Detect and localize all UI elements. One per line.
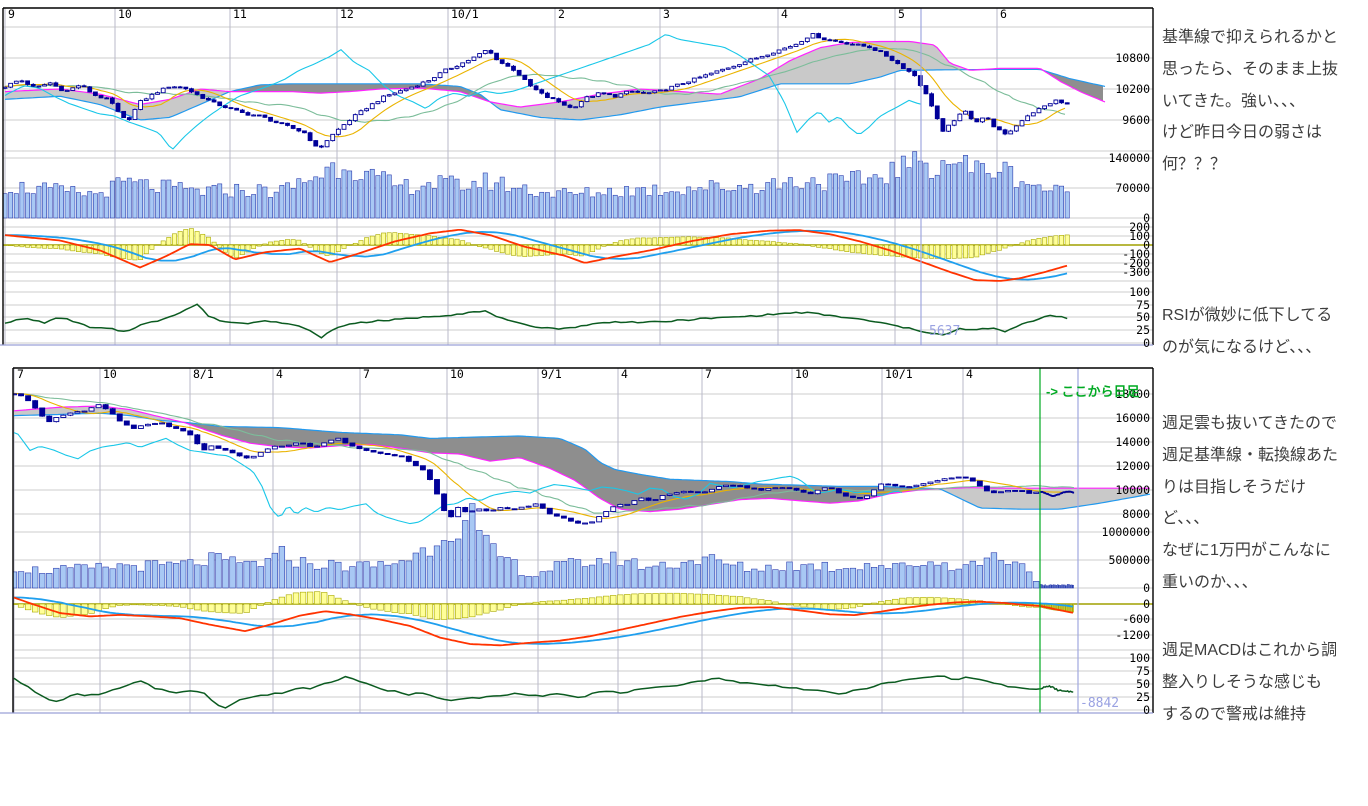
svg-text:10000: 10000 xyxy=(1115,483,1150,497)
svg-text:6: 6 xyxy=(1000,7,1007,21)
svg-text:5: 5 xyxy=(898,7,905,21)
svg-text:0: 0 xyxy=(1143,581,1150,595)
daily-from-here-label: -> ここから日足 xyxy=(1046,381,1140,400)
rsi-line-layer xyxy=(5,304,1067,338)
svg-text:9600: 9600 xyxy=(1122,113,1150,127)
comment-top-rsi: RSIが微妙に低下してる のが気になるけど、、、 xyxy=(1162,300,1364,364)
svg-text:25: 25 xyxy=(1136,690,1150,704)
svg-text:10800: 10800 xyxy=(1115,51,1150,65)
grid-layer xyxy=(13,368,1153,713)
svg-text:8/1: 8/1 xyxy=(193,367,214,381)
svg-text:10200: 10200 xyxy=(1115,82,1150,96)
svg-text:7: 7 xyxy=(705,367,712,381)
svg-text:2: 2 xyxy=(558,7,565,21)
svg-text:8000: 8000 xyxy=(1122,507,1150,521)
svg-text:1000000: 1000000 xyxy=(1102,525,1151,539)
cursor-value-bottom: -8842 xyxy=(1080,696,1119,711)
ichimoku-cloud-layer xyxy=(14,406,1150,512)
svg-text:-600: -600 xyxy=(1122,612,1150,626)
svg-text:10: 10 xyxy=(103,367,117,381)
cursor-value-top: 5637 xyxy=(929,324,960,339)
svg-text:500000: 500000 xyxy=(1108,553,1150,567)
svg-text:16000: 16000 xyxy=(1115,411,1150,425)
svg-text:100: 100 xyxy=(1129,651,1150,665)
svg-text:0: 0 xyxy=(1143,597,1150,611)
svg-text:10/1: 10/1 xyxy=(885,367,913,381)
svg-text:7: 7 xyxy=(17,367,24,381)
svg-text:3: 3 xyxy=(663,7,670,21)
comment-weekly-macd: 週足MACDはこれから調 整入りしそうな感じも するので警戒は維持 xyxy=(1162,635,1364,730)
svg-text:10: 10 xyxy=(450,367,464,381)
rsi-line-layer xyxy=(14,676,1073,708)
svg-text:50: 50 xyxy=(1136,310,1150,324)
svg-text:10: 10 xyxy=(795,367,809,381)
svg-text:4: 4 xyxy=(276,367,283,381)
marker-lines-layer xyxy=(1040,368,1078,713)
svg-text:9/1: 9/1 xyxy=(541,367,562,381)
svg-text:10: 10 xyxy=(118,7,132,21)
svg-text:7: 7 xyxy=(363,367,370,381)
svg-text:25: 25 xyxy=(1136,323,1150,337)
svg-text:0: 0 xyxy=(1143,336,1150,350)
svg-text:12000: 12000 xyxy=(1115,459,1150,473)
svg-text:-1200: -1200 xyxy=(1115,628,1150,642)
svg-text:50: 50 xyxy=(1136,677,1150,691)
svg-text:140000: 140000 xyxy=(1108,151,1150,165)
macd-histogram-layer xyxy=(3,229,1069,260)
svg-text:4: 4 xyxy=(781,7,788,21)
svg-text:-300: -300 xyxy=(1122,265,1150,279)
svg-text:10/1: 10/1 xyxy=(451,7,479,21)
comment-top-price: 基準線で抑えられるかと 思ったら、そのまま上抜 いてきた。強い、、、 けど昨日今… xyxy=(1162,22,1364,181)
svg-text:11: 11 xyxy=(233,7,247,21)
svg-text:4: 4 xyxy=(966,367,973,381)
comment-weekly: 週足雲も抜いてきたので 週足基準線・転換線あた りは目指しそうだけ ど、、、 な… xyxy=(1162,408,1364,599)
svg-text:75: 75 xyxy=(1136,664,1150,678)
svg-text:4: 4 xyxy=(621,367,628,381)
chart-workspace: 108001020096001400007000002001000-100-20… xyxy=(0,0,1368,806)
volume-layer xyxy=(3,152,1069,218)
volume-layer xyxy=(11,504,1073,588)
svg-text:100: 100 xyxy=(1129,285,1150,299)
svg-text:14000: 14000 xyxy=(1115,435,1150,449)
svg-text:12: 12 xyxy=(340,7,354,21)
svg-text:9: 9 xyxy=(8,7,15,21)
svg-text:70000: 70000 xyxy=(1115,181,1150,195)
svg-text:0: 0 xyxy=(1143,703,1150,717)
